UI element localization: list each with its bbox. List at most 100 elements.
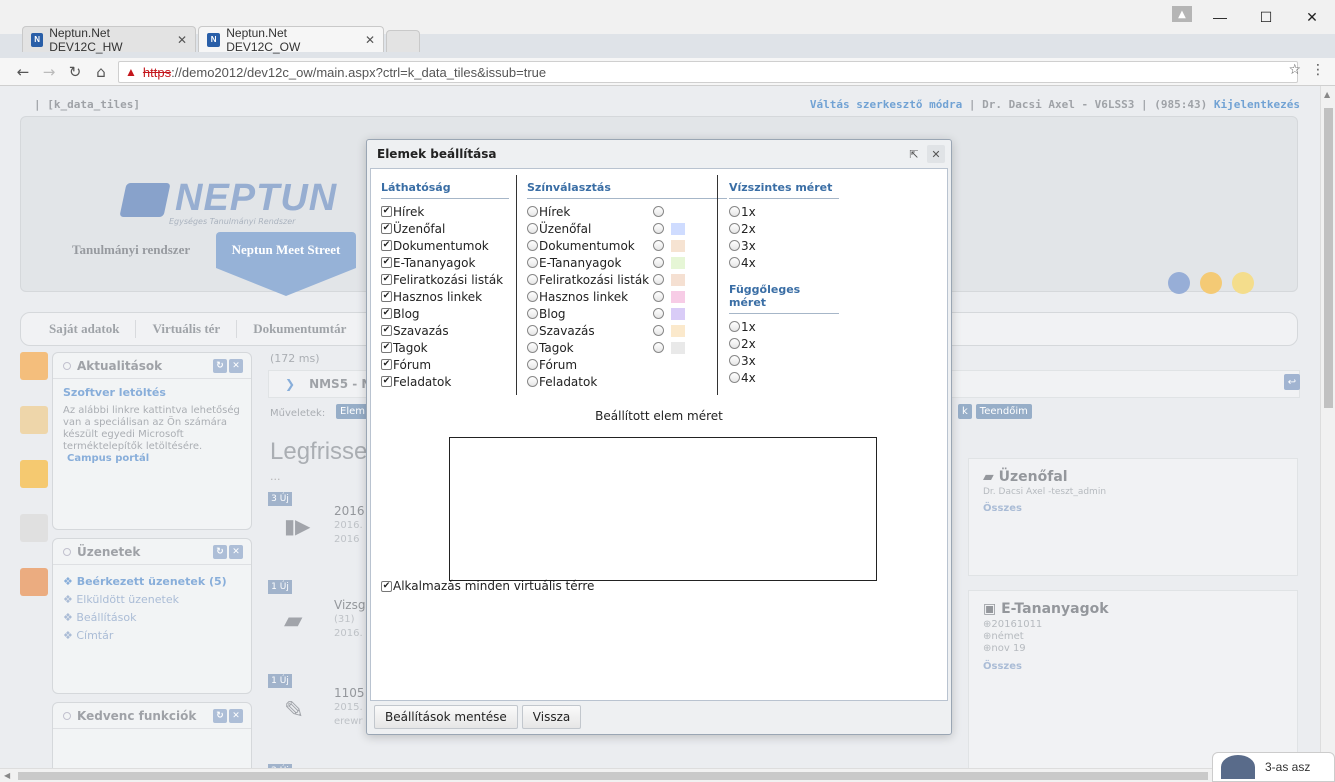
hsize-option-row[interactable]: 3x bbox=[729, 237, 839, 254]
visibility-item-row[interactable]: ✔ Dokumentumok bbox=[381, 237, 509, 254]
color-item-radio[interactable] bbox=[527, 274, 538, 285]
browser-tab[interactable]: N Neptun.Net DEV12C_HW ✕ bbox=[22, 26, 196, 54]
visibility-item-row[interactable]: ✔ Feliratkozási listák bbox=[381, 271, 509, 288]
apply-all-checkbox[interactable]: ✔ bbox=[381, 580, 392, 592]
color-item-radio[interactable] bbox=[527, 206, 538, 217]
color-item-row[interactable]: Dokumentumok bbox=[527, 237, 653, 254]
color-choice[interactable] bbox=[653, 305, 685, 322]
reload-icon[interactable]: ↻ bbox=[64, 62, 86, 82]
color-choice[interactable] bbox=[653, 237, 685, 254]
color-item-row[interactable]: Hírek bbox=[527, 203, 653, 220]
visibility-item-row[interactable]: ✔ Blog bbox=[381, 305, 509, 322]
color-item-radio[interactable] bbox=[527, 240, 538, 251]
color-choice[interactable] bbox=[653, 220, 685, 237]
vsize-option-row[interactable]: 2x bbox=[729, 335, 839, 352]
color-swatch[interactable] bbox=[671, 256, 685, 269]
home-icon[interactable]: ⌂ bbox=[90, 62, 112, 82]
visibility-item-checkbox[interactable]: ✔ bbox=[381, 274, 392, 285]
visibility-item-checkbox[interactable]: ✔ bbox=[381, 359, 392, 370]
hsize-option-radio[interactable] bbox=[729, 223, 740, 234]
back-arrow-icon[interactable]: ← bbox=[12, 62, 34, 82]
new-tab-button[interactable] bbox=[386, 30, 420, 52]
apply-all-row[interactable]: ✔ Alkalmazás minden virtuális térre bbox=[381, 579, 594, 593]
vsize-option-row[interactable]: 3x bbox=[729, 352, 839, 369]
visibility-item-checkbox[interactable]: ✔ bbox=[381, 257, 392, 268]
color-item-radio[interactable] bbox=[527, 376, 538, 387]
color-item-row[interactable]: Blog bbox=[527, 305, 653, 322]
vsize-option-row[interactable]: 4x bbox=[729, 369, 839, 386]
visibility-item-checkbox[interactable]: ✔ bbox=[381, 206, 392, 217]
visibility-item-row[interactable]: ✔ Üzenőfal bbox=[381, 220, 509, 237]
visibility-item-row[interactable]: ✔ Tagok bbox=[381, 339, 509, 356]
vsize-option-row[interactable]: 1x bbox=[729, 318, 839, 335]
color-item-row[interactable]: Üzenőfal bbox=[527, 220, 653, 237]
color-radio[interactable] bbox=[653, 223, 664, 234]
color-radio[interactable] bbox=[653, 240, 664, 251]
color-radio[interactable] bbox=[653, 325, 664, 336]
color-choice[interactable] bbox=[653, 254, 685, 271]
scroll-up-icon[interactable]: ▲ bbox=[1324, 90, 1330, 99]
color-item-row[interactable]: E-Tananyagok bbox=[527, 254, 653, 271]
color-item-row[interactable]: Feladatok bbox=[527, 373, 653, 390]
hsize-option-radio[interactable] bbox=[729, 206, 740, 217]
color-choice[interactable] bbox=[653, 288, 685, 305]
color-swatch[interactable] bbox=[671, 222, 685, 235]
close-tab-icon[interactable]: ✕ bbox=[177, 33, 187, 47]
visibility-item-row[interactable]: ✔ E-Tananyagok bbox=[381, 254, 509, 271]
maximize-icon[interactable]: ☐ bbox=[1243, 0, 1289, 34]
visibility-item-checkbox[interactable]: ✔ bbox=[381, 291, 392, 302]
visibility-item-checkbox[interactable]: ✔ bbox=[381, 308, 392, 319]
forward-arrow-icon[interactable]: → bbox=[38, 62, 60, 82]
visibility-item-checkbox[interactable]: ✔ bbox=[381, 376, 392, 387]
color-radio[interactable] bbox=[653, 342, 664, 353]
color-choice[interactable] bbox=[653, 322, 685, 339]
popout-icon[interactable]: ⇱ bbox=[905, 145, 923, 163]
bookmark-star-icon[interactable]: ☆ bbox=[1288, 62, 1301, 78]
visibility-item-checkbox[interactable]: ✔ bbox=[381, 342, 392, 353]
visibility-item-checkbox[interactable]: ✔ bbox=[381, 325, 392, 336]
profile-icon[interactable]: ▲ bbox=[1172, 6, 1192, 22]
color-item-row[interactable]: Hasznos linkek bbox=[527, 288, 653, 305]
close-window-icon[interactable]: ✕ bbox=[1289, 0, 1335, 34]
browser-menu-icon[interactable]: ⋮ bbox=[1311, 62, 1325, 78]
vsize-option-radio[interactable] bbox=[729, 321, 740, 332]
vsize-option-radio[interactable] bbox=[729, 338, 740, 349]
color-swatch[interactable] bbox=[671, 273, 685, 286]
save-settings-button[interactable]: Beállítások mentése bbox=[374, 705, 518, 729]
visibility-item-checkbox[interactable]: ✔ bbox=[381, 223, 392, 234]
scroll-left-icon[interactable]: ◀ bbox=[4, 771, 10, 780]
color-swatch[interactable] bbox=[671, 307, 685, 320]
hsize-option-row[interactable]: 1x bbox=[729, 203, 839, 220]
color-swatch[interactable] bbox=[671, 341, 685, 354]
minimize-icon[interactable]: — bbox=[1197, 0, 1243, 34]
color-item-radio[interactable] bbox=[527, 223, 538, 234]
scroll-thumb[interactable] bbox=[1324, 108, 1333, 408]
color-choice[interactable] bbox=[653, 203, 685, 220]
visibility-item-checkbox[interactable]: ✔ bbox=[381, 240, 392, 251]
browser-tab-active[interactable]: N Neptun.Net DEV12C_OW ✕ bbox=[198, 26, 384, 54]
address-bar[interactable]: ▲ https ://demo2012/dev12c_ow/main.aspx?… bbox=[118, 61, 1298, 83]
horizontal-scrollbar[interactable]: ◀ bbox=[0, 768, 1320, 782]
color-swatch[interactable] bbox=[671, 205, 685, 218]
color-item-radio[interactable] bbox=[527, 359, 538, 370]
close-tab-icon[interactable]: ✕ bbox=[365, 33, 375, 47]
scroll-thumb[interactable] bbox=[18, 772, 1208, 780]
color-choice[interactable] bbox=[653, 339, 685, 356]
color-radio[interactable] bbox=[653, 257, 664, 268]
visibility-item-row[interactable]: ✔ Feladatok bbox=[381, 373, 509, 390]
color-radio[interactable] bbox=[653, 308, 664, 319]
color-item-radio[interactable] bbox=[527, 342, 538, 353]
hsize-option-radio[interactable] bbox=[729, 240, 740, 251]
back-button[interactable]: Vissza bbox=[521, 705, 582, 729]
color-item-row[interactable]: Tagok bbox=[527, 339, 653, 356]
vsize-option-radio[interactable] bbox=[729, 355, 740, 366]
color-choice[interactable] bbox=[653, 271, 685, 288]
color-radio[interactable] bbox=[653, 274, 664, 285]
color-item-row[interactable]: Szavazás bbox=[527, 322, 653, 339]
color-swatch[interactable] bbox=[671, 290, 685, 303]
visibility-item-row[interactable]: ✔ Hírek bbox=[381, 203, 509, 220]
chat-tab[interactable]: 3-as asz bbox=[1212, 752, 1335, 782]
visibility-item-row[interactable]: ✔ Szavazás bbox=[381, 322, 509, 339]
hsize-option-row[interactable]: 4x bbox=[729, 254, 839, 271]
vertical-scrollbar[interactable]: ▲ bbox=[1320, 86, 1335, 766]
